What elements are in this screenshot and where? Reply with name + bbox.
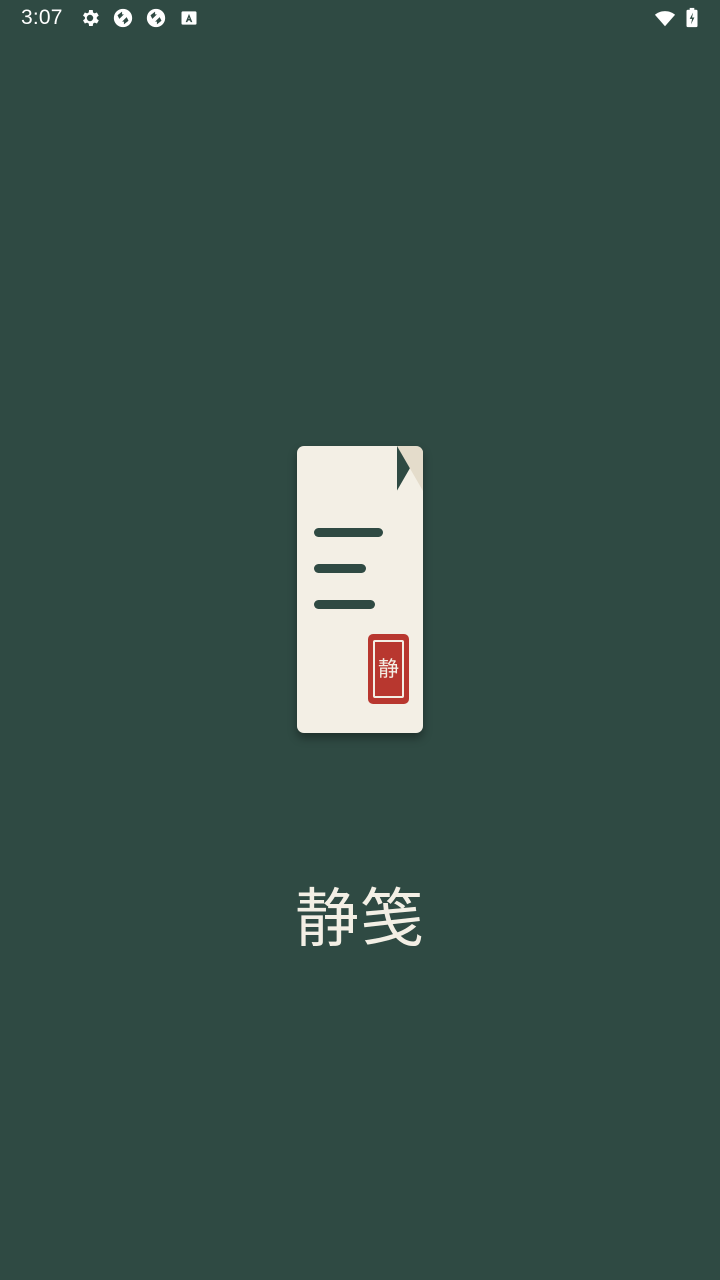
- settings-icon: [83, 10, 99, 26]
- seal-character: 静: [378, 657, 399, 681]
- page-fold-icon: [397, 446, 423, 491]
- app-logo-note-card: 静: [297, 446, 423, 733]
- status-bar: 3:07: [0, 0, 720, 36]
- sync-icon: [113, 8, 133, 28]
- seal-frame: 静: [373, 640, 404, 698]
- note-line: [314, 564, 366, 573]
- note-line: [314, 600, 375, 609]
- wifi-icon: [654, 11, 676, 27]
- keyboard-a-icon: [181, 11, 197, 25]
- sync-icon: [146, 8, 166, 28]
- note-line: [314, 528, 383, 537]
- seal-stamp: 静: [368, 634, 409, 704]
- status-time: 3:07: [21, 6, 63, 29]
- battery-charging-icon: [686, 7, 698, 28]
- splash-screen: 3:07 静 静笺: [0, 0, 720, 1280]
- app-title: 静笺: [295, 883, 425, 957]
